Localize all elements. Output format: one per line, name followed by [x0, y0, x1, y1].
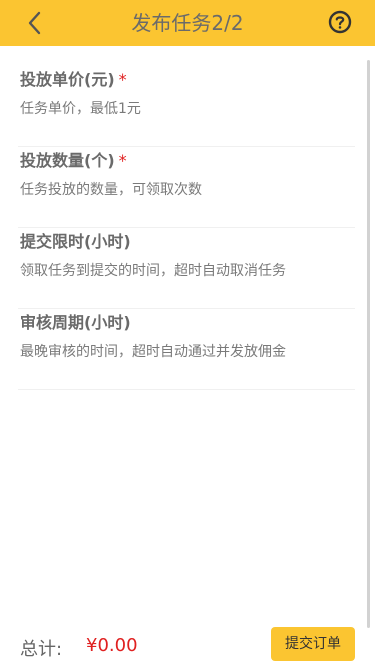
total-amount: ¥0.00: [86, 635, 138, 656]
review-period-label: 审核周期(小时): [20, 313, 131, 332]
quantity-label: 投放数量(个): [20, 151, 115, 170]
submit-time-limit-label: 提交限时(小时): [20, 232, 131, 251]
field-unit-price[interactable]: 投放单价(元) * 任务单价，最低1元: [18, 66, 355, 147]
page-title: 发布任务2/2: [131, 11, 244, 35]
submit-time-limit-input[interactable]: 领取任务到提交的时间，超时自动取消任务: [20, 260, 350, 280]
review-period-input[interactable]: 最晚审核的时间，超时自动通过并发放佣金: [20, 341, 350, 361]
total-label: 总计:: [20, 639, 63, 660]
question-circle-icon: [328, 10, 352, 34]
top-bar: 发布任务2/2: [0, 0, 375, 46]
submit-order-button[interactable]: 提交订单: [271, 627, 355, 661]
help-button[interactable]: [328, 10, 352, 34]
field-review-period[interactable]: 审核周期(小时) 最晚审核的时间，超时自动通过并发放佣金: [18, 309, 355, 390]
quantity-input[interactable]: 任务投放的数量，可领取次数: [20, 179, 350, 199]
unit-price-label: 投放单价(元): [20, 70, 115, 89]
unit-price-input[interactable]: 任务单价，最低1元: [20, 98, 350, 118]
required-mark: *: [118, 70, 127, 89]
footer-bar: 总计: ¥0.00 提交订单: [0, 620, 375, 667]
required-mark: *: [118, 151, 127, 170]
field-quantity[interactable]: 投放数量(个) * 任务投放的数量，可领取次数: [18, 147, 355, 228]
field-submit-time-limit[interactable]: 提交限时(小时) 领取任务到提交的时间，超时自动取消任务: [18, 228, 355, 309]
vertical-scrollbar[interactable]: [367, 60, 370, 628]
